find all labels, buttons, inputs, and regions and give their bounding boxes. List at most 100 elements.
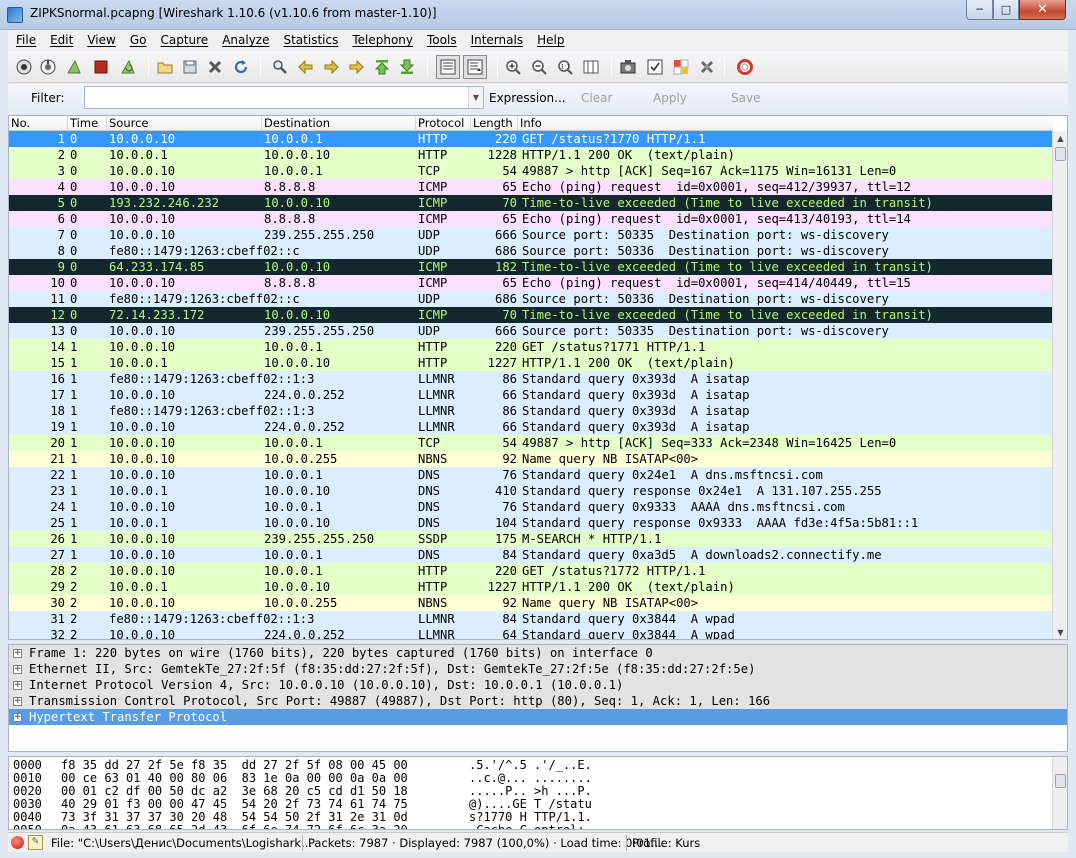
- auto-scroll-icon[interactable]: [463, 55, 487, 79]
- packet-row[interactable]: 9 0 64.233.174.85 10.0.0.10 ICMP 182 Time-to-l…: [9, 259, 1053, 275]
- go-first-icon[interactable]: [372, 57, 392, 77]
- expression-button[interactable]: Expression...: [489, 91, 566, 105]
- menu-help[interactable]: Help: [529, 33, 570, 47]
- save-file-icon[interactable]: [180, 57, 200, 77]
- packet-row[interactable]: 30 2 10.0.0.10 10.0.0.255 NBNS 92 Name query N…: [9, 595, 1053, 611]
- detail-tree-item[interactable]: + Hypertext Transfer Protocol: [9, 709, 1067, 725]
- zoom-out-icon[interactable]: [529, 57, 549, 77]
- detail-tree-item[interactable]: + Frame 1: 220 bytes on wire (1760 bits),…: [9, 645, 1067, 661]
- go-forward-icon[interactable]: [321, 57, 341, 77]
- go-to-packet-icon[interactable]: [347, 57, 367, 77]
- packet-row[interactable]: 27 1 10.0.0.10 10.0.0.1 DNS 84 Standard query …: [9, 547, 1053, 563]
- packet-row[interactable]: 24 1 10.0.0.10 10.0.0.1 DNS 76 Standard query …: [9, 499, 1053, 515]
- colorize-icon[interactable]: [436, 55, 460, 79]
- scroll-down-icon[interactable]: ▼: [1053, 625, 1067, 639]
- minimize-button[interactable]: ─: [966, 0, 993, 20]
- capture-options-icon[interactable]: [38, 57, 58, 77]
- packet-row[interactable]: 14 1 10.0.0.10 10.0.0.1 HTTP 220 GET /status?1…: [9, 339, 1053, 355]
- scrollbar-thumb[interactable]: [1055, 147, 1066, 161]
- packet-row[interactable]: 19 1 10.0.0.10 224.0.0.252 LLMNR 66 Standard q…: [9, 419, 1053, 435]
- packet-row[interactable]: 4 0 10.0.0.10 8.8.8.8 ICMP 65 Echo (ping) requ…: [9, 179, 1053, 195]
- menu-tools[interactable]: Tools: [419, 33, 463, 47]
- menu-analyze[interactable]: Analyze: [214, 33, 275, 47]
- menu-edit[interactable]: Edit: [42, 33, 79, 47]
- expand-icon[interactable]: +: [13, 665, 22, 674]
- expand-icon[interactable]: +: [13, 649, 22, 658]
- close-window-button[interactable]: ✕: [1019, 0, 1066, 20]
- save-filter-button[interactable]: Save: [731, 91, 760, 105]
- column-protocol[interactable]: Protocol: [416, 116, 471, 131]
- display-filters-icon[interactable]: [645, 57, 665, 77]
- expand-icon[interactable]: +: [13, 697, 22, 706]
- bytes-scrollbar[interactable]: [1052, 757, 1067, 829]
- packet-list-scrollbar[interactable]: ▲ ▼: [1052, 131, 1067, 639]
- help-icon[interactable]: [735, 57, 755, 77]
- packet-row[interactable]: 17 1 10.0.0.10 224.0.0.252 LLMNR 66 Standard q…: [9, 387, 1053, 403]
- go-last-icon[interactable]: [397, 57, 417, 77]
- close-file-icon[interactable]: [205, 57, 225, 77]
- menu-file[interactable]: File: [8, 33, 42, 47]
- detail-tree-item[interactable]: + Transmission Control Protocol, Src Port…: [9, 693, 1067, 709]
- open-file-icon[interactable]: [155, 57, 175, 77]
- filter-dropdown-icon[interactable]: ▼: [468, 87, 483, 108]
- detail-tree-item[interactable]: + Internet Protocol Version 4, Src: 10.0.…: [9, 677, 1067, 693]
- packet-row[interactable]: 28 2 10.0.0.10 10.0.0.1 HTTP 220 GET /status?1…: [9, 563, 1053, 579]
- scroll-up-icon[interactable]: ▲: [1053, 131, 1067, 145]
- menu-statistics[interactable]: Statistics: [275, 33, 344, 47]
- apply-button[interactable]: Apply: [653, 91, 687, 105]
- packet-row[interactable]: 11 0 fe80::1479:1263:cbeff02::c UDP 686 Sourc…: [9, 291, 1053, 307]
- capture-comments-icon[interactable]: ✎: [28, 835, 43, 850]
- maximize-button[interactable]: □: [993, 0, 1019, 20]
- packet-row[interactable]: 8 0 fe80::1479:1263:cbeff02::c UDP 686 Source…: [9, 243, 1053, 259]
- coloring-rules-icon[interactable]: [671, 57, 691, 77]
- packet-list[interactable]: No. Time Source Destination Protocol Len…: [8, 115, 1068, 640]
- packet-row[interactable]: 31 2 fe80::1479:1263:cbeff02::1:3 LLMNR 84 St…: [9, 611, 1053, 627]
- column-time[interactable]: Time: [68, 116, 107, 131]
- packet-row[interactable]: 12 0 72.14.233.172 10.0.0.10 ICMP 70 Time-to-l…: [9, 307, 1053, 323]
- hex-dump-row[interactable]: 0050 0a 43 61 63 68 65 2d 43 6f 6e 74 72 …: [9, 824, 1067, 830]
- packet-row[interactable]: 23 1 10.0.0.1 10.0.0.10 DNS 410 Standard query…: [9, 483, 1053, 499]
- expert-info-icon[interactable]: [11, 836, 24, 849]
- packet-details[interactable]: + Frame 1: 220 bytes on wire (1760 bits),…: [8, 644, 1068, 752]
- interface-list-icon[interactable]: [14, 57, 34, 77]
- scrollbar-thumb[interactable]: [1055, 774, 1066, 788]
- packet-row[interactable]: 32 2 10.0.0.10 224.0.0.252 LLMNR 64 Standard q…: [9, 627, 1053, 639]
- packet-row[interactable]: 20 1 10.0.0.10 10.0.0.1 TCP 54 49887 > http [A…: [9, 435, 1053, 451]
- status-profile[interactable]: Profile: Kurs: [632, 836, 700, 850]
- detail-tree-item[interactable]: + Ethernet II, Src: GemtekTe_27:2f:5f (f8…: [9, 661, 1067, 677]
- clear-button[interactable]: Clear: [581, 91, 612, 105]
- stop-capture-icon[interactable]: [91, 57, 111, 77]
- menu-go[interactable]: Go: [122, 33, 153, 47]
- packet-row[interactable]: 10 0 10.0.0.10 8.8.8.8 ICMP 65 Echo (ping) req…: [9, 275, 1053, 291]
- packet-row[interactable]: 15 1 10.0.0.1 10.0.0.10 HTTP 1227 HTTP/1.1 200…: [9, 355, 1053, 371]
- menu-internals[interactable]: Internals: [463, 33, 530, 47]
- go-back-icon[interactable]: [296, 57, 316, 77]
- reload-icon[interactable]: [231, 57, 251, 77]
- packet-row[interactable]: 13 0 10.0.0.10 239.255.255.250 UDP 666 Source …: [9, 323, 1053, 339]
- packet-row[interactable]: 25 1 10.0.0.1 10.0.0.10 DNS 104 Standard query…: [9, 515, 1053, 531]
- packet-row[interactable]: 7 0 10.0.0.10 239.255.255.250 UDP 666 Source p…: [9, 227, 1053, 243]
- packet-row[interactable]: 21 1 10.0.0.10 10.0.0.255 NBNS 92 Name query N…: [9, 451, 1053, 467]
- menu-view[interactable]: View: [79, 33, 121, 47]
- normal-size-icon[interactable]: 1:1: [555, 57, 575, 77]
- find-packet-icon[interactable]: [270, 57, 290, 77]
- capture-filters-icon[interactable]: [618, 57, 638, 77]
- packet-row[interactable]: 26 1 10.0.0.10 239.255.255.250 SSDP 175 M-SEAR…: [9, 531, 1053, 547]
- expand-icon[interactable]: +: [13, 713, 22, 722]
- start-capture-icon[interactable]: [64, 57, 84, 77]
- packet-row[interactable]: 22 1 10.0.0.10 10.0.0.1 DNS 76 Standard query …: [9, 467, 1053, 483]
- column-length[interactable]: Length: [471, 116, 518, 131]
- packet-row[interactable]: 16 1 fe80::1479:1263:cbeff02::1:3 LLMNR 86 St…: [9, 371, 1053, 387]
- packet-row[interactable]: 3 0 10.0.0.10 10.0.0.1 TCP 54 49887 > http [AC…: [9, 163, 1053, 179]
- resize-columns-icon[interactable]: [581, 57, 601, 77]
- expand-icon[interactable]: +: [13, 681, 22, 690]
- column-source[interactable]: Source: [107, 116, 262, 131]
- packet-row[interactable]: 1 0 10.0.0.10 10.0.0.1 HTTP 220 GET /status?17…: [9, 131, 1053, 147]
- column-destination[interactable]: Destination: [262, 116, 416, 131]
- menu-telephony[interactable]: Telephony: [344, 33, 419, 47]
- packet-bytes[interactable]: 0000 f8 35 dd 27 2f 5e f8 35 dd 27 2f 5f …: [8, 756, 1068, 830]
- packet-row[interactable]: 5 0 193.232.246.232 10.0.0.10 ICMP 70 Time-to-…: [9, 195, 1053, 211]
- menu-capture[interactable]: Capture: [152, 33, 214, 47]
- column-no[interactable]: No.: [9, 116, 68, 131]
- packet-row[interactable]: 29 2 10.0.0.1 10.0.0.10 HTTP 1227 HTTP/1.1 200…: [9, 579, 1053, 595]
